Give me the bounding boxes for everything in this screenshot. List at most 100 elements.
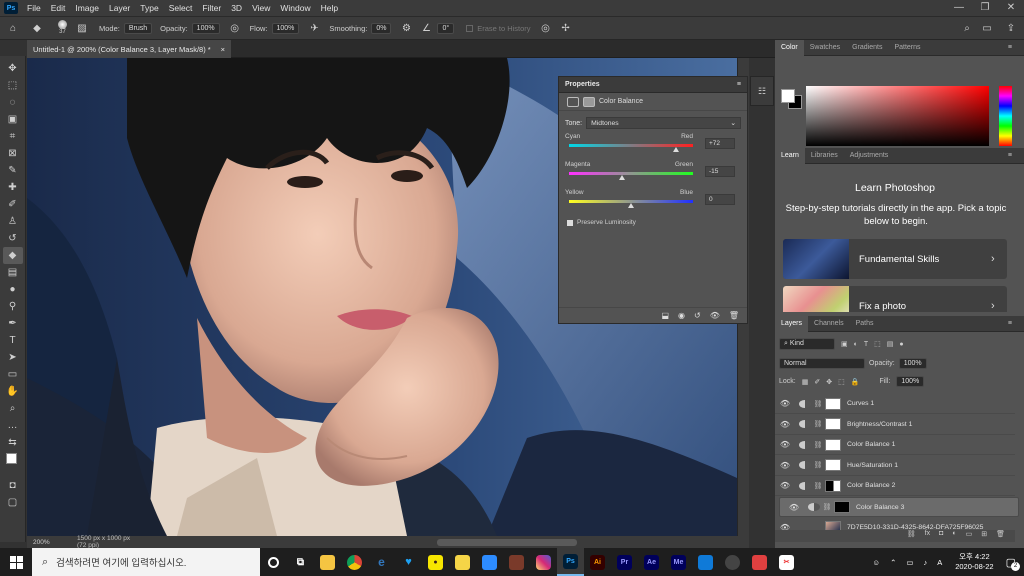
eraser-tool-icon[interactable]: ◆ xyxy=(30,21,44,35)
layer-thumbnail[interactable] xyxy=(825,479,841,492)
close-tab-icon[interactable]: × xyxy=(221,45,225,54)
type-tool-icon[interactable]: T xyxy=(3,332,23,349)
foreground-background-colors[interactable] xyxy=(3,451,23,473)
taskbar-search-box[interactable]: ⌕ 검색하려면 여기에 입력하십시오. xyxy=(32,548,260,576)
mask-link-icon[interactable]: ⛓ xyxy=(811,420,825,428)
layer-thumbnail[interactable] xyxy=(834,501,850,513)
visibility-eye-icon[interactable]: 👁 xyxy=(775,481,795,490)
brush-settings-icon[interactable]: ▨ xyxy=(75,21,89,35)
tab-learn[interactable]: Learn xyxy=(775,148,805,164)
pressure-size-icon[interactable]: ◎ xyxy=(539,21,553,35)
panel-menu-icon[interactable]: ≡ xyxy=(1002,40,1018,56)
filter-type-icon[interactable]: T xyxy=(864,341,868,348)
unity-button[interactable] xyxy=(719,548,746,576)
panel-menu-icon[interactable]: ≡ xyxy=(1002,148,1018,164)
search-icon[interactable]: ⌕ xyxy=(960,21,974,35)
properties-panel-icon[interactable]: ☷ xyxy=(758,86,766,97)
menu-edit[interactable]: Edit xyxy=(46,3,71,13)
eraser-tool-button-icon[interactable]: ◆ xyxy=(2,247,23,264)
slider-value-input[interactable]: +72 xyxy=(705,138,735,149)
filter-kind-select[interactable]: ⌕ Kind xyxy=(779,338,835,350)
lock-artboard-icon[interactable]: ⬚ xyxy=(838,378,845,386)
menu-image[interactable]: Image xyxy=(70,3,104,13)
menu-window[interactable]: Window xyxy=(275,3,315,13)
tab-channels[interactable]: Channels xyxy=(808,316,850,332)
home-icon[interactable]: ⌂ xyxy=(6,21,20,35)
crop-tool-icon[interactable]: ⌗ xyxy=(3,128,23,145)
dodge-tool-icon[interactable]: ⚲ xyxy=(3,298,23,315)
layer-thumbnail[interactable] xyxy=(825,459,841,472)
clone-stamp-tool-icon[interactable]: ♙ xyxy=(3,213,23,230)
angle-input[interactable]: 0° xyxy=(437,22,455,34)
filter-shape-icon[interactable]: ⬚ xyxy=(874,340,881,348)
after-effects-button[interactable]: Ae xyxy=(638,548,665,576)
filter-pixel-icon[interactable]: ▣ xyxy=(841,340,848,348)
opacity-input[interactable]: 100% xyxy=(191,22,220,34)
menu-select[interactable]: Select xyxy=(164,3,198,13)
notification-icon[interactable]: ▢ 2 xyxy=(1006,556,1020,571)
sticky-notes-button[interactable] xyxy=(449,548,476,576)
lasso-tool-icon[interactable]: ◌ xyxy=(3,94,23,111)
cortana-button[interactable] xyxy=(260,548,287,576)
chevron-up-icon[interactable]: ⌃ xyxy=(890,558,896,567)
zoom-app-button[interactable] xyxy=(476,548,503,576)
trash-icon[interactable]: 🗑 xyxy=(729,311,739,320)
smoothing-input[interactable]: 0% xyxy=(371,22,392,34)
minimize-button[interactable]: — xyxy=(946,0,972,16)
layer-row[interactable]: 👁 ⛓ Curves 1 xyxy=(775,394,1015,414)
visibility-eye-icon[interactable]: 👁 xyxy=(775,399,795,408)
mask-link-icon[interactable]: ⛓ xyxy=(811,400,825,408)
slider-value-input[interactable]: -15 xyxy=(705,166,735,177)
hue-slider[interactable] xyxy=(999,86,1012,146)
visibility-eye-icon[interactable]: 👁 xyxy=(710,311,720,320)
layer-row[interactable]: 👁 ⛓ Color Balance 2 xyxy=(775,476,1015,497)
tab-adjustments[interactable]: Adjustments xyxy=(844,148,895,164)
layer-thumbnail[interactable] xyxy=(825,397,841,410)
brush-tool-icon[interactable]: ✐ xyxy=(3,196,23,213)
document-tab[interactable]: Untitled-1 @ 200% (Color Balance 3, Laye… xyxy=(27,40,231,58)
kakaotalk-button[interactable]: ● xyxy=(422,548,449,576)
rectangle-tool-icon[interactable]: ▭ xyxy=(3,366,23,383)
frame-tool-icon[interactable]: ⊠ xyxy=(3,145,23,162)
fix-a-photo-card[interactable]: Fix a photo › xyxy=(783,286,1007,312)
volume-icon[interactable]: ♪ xyxy=(923,558,927,567)
app-red-button[interactable]: ✂ xyxy=(773,548,800,576)
app-button[interactable] xyxy=(692,548,719,576)
lock-transparent-icon[interactable]: ▦ xyxy=(802,378,809,386)
media-encoder-button[interactable]: Me xyxy=(665,548,692,576)
menu-type[interactable]: Type xyxy=(135,3,163,13)
workspace-icon[interactable]: ▭ xyxy=(980,21,994,35)
mask-link-icon[interactable]: ⛓ xyxy=(811,461,825,469)
lock-all-icon[interactable]: 🔒 xyxy=(851,378,860,386)
instagram-button[interactable] xyxy=(530,548,557,576)
mask-link-icon[interactable]: ⛓ xyxy=(811,482,825,490)
twitter-button[interactable]: ♥ xyxy=(395,548,422,576)
flow-input[interactable]: 100% xyxy=(271,22,300,34)
preserve-luminosity-checkbox[interactable]: Preserve Luminosity xyxy=(559,213,747,232)
panel-menu-icon[interactable]: ≡ xyxy=(737,81,741,88)
new-adjustment-icon[interactable]: ◐ xyxy=(952,530,956,542)
blend-mode-select[interactable]: Normal xyxy=(779,358,865,369)
filter-toggle-icon[interactable]: ● xyxy=(899,341,903,348)
object-select-tool-icon[interactable]: ▣ xyxy=(3,111,23,128)
menu-3d[interactable]: 3D xyxy=(226,3,247,13)
premiere-button[interactable]: Pr xyxy=(611,548,638,576)
new-layer-icon[interactable]: ⊞ xyxy=(981,530,987,542)
add-mask-icon[interactable]: ◘ xyxy=(939,530,943,542)
filter-smart-icon[interactable]: ▤ xyxy=(887,340,894,348)
clock[interactable]: 오후 4:22 2020-08-22 xyxy=(955,552,993,572)
horizontal-scrollbar[interactable] xyxy=(437,538,577,546)
ime-icon[interactable]: A xyxy=(937,558,942,567)
mode-select[interactable]: Brush xyxy=(123,22,153,34)
slider-value-input[interactable]: 0 xyxy=(705,194,735,205)
menu-file[interactable]: File xyxy=(22,3,46,13)
tab-color[interactable]: Color xyxy=(775,39,804,56)
more-tools-icon[interactable]: … xyxy=(3,417,23,434)
hand-tool-icon[interactable]: ✋ xyxy=(3,383,23,400)
airbrush-icon[interactable]: ✈ xyxy=(307,21,321,35)
task-view-button[interactable]: ⧉ xyxy=(287,548,314,576)
file-explorer-button[interactable] xyxy=(314,548,341,576)
close-button[interactable]: ✕ xyxy=(998,0,1024,16)
screen-mode-icon[interactable]: ▢ xyxy=(3,494,23,511)
gear-icon[interactable]: ⚙ xyxy=(399,21,413,35)
